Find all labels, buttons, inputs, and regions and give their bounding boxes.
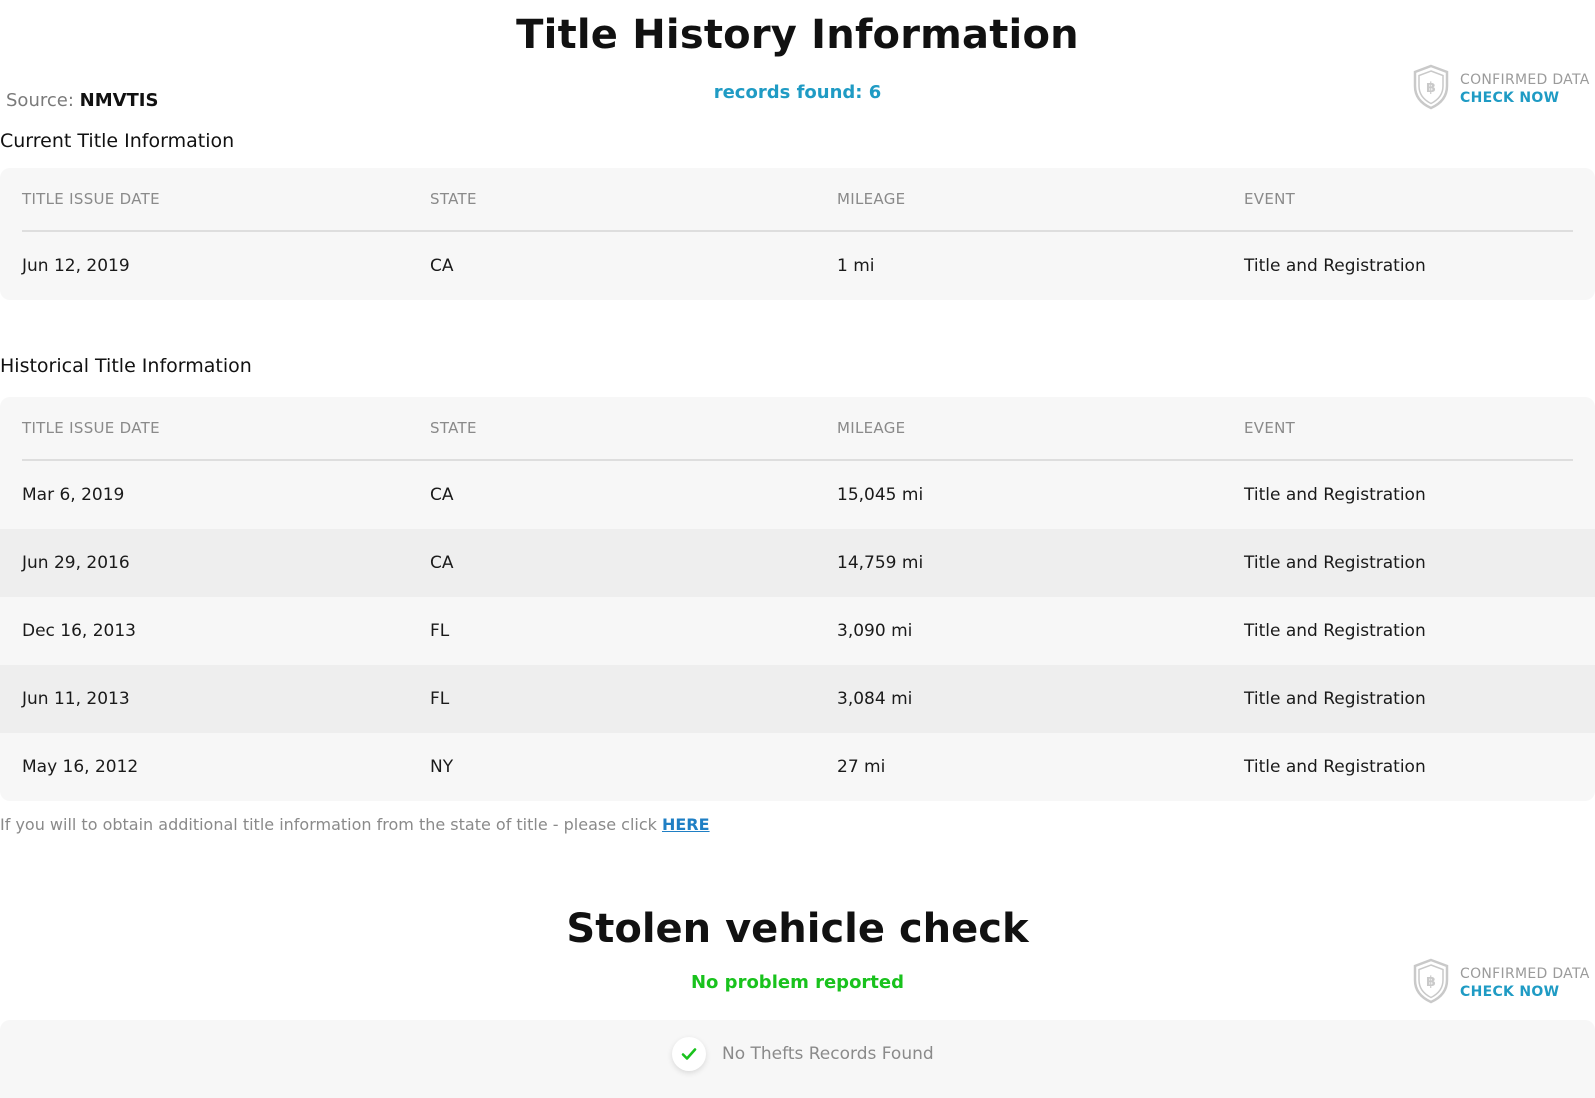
cell-date: Dec 16, 2013 — [22, 621, 137, 641]
historical-title-table: TITLE ISSUE DATE STATE MILEAGE EVENT Mar… — [0, 397, 1595, 801]
column-header-title-issue-date: TITLE ISSUE DATE — [22, 419, 160, 437]
confirmed-data-label: CONFIRMED DATA — [1460, 72, 1590, 88]
check-now-link[interactable]: CHECK NOW — [1460, 90, 1559, 106]
column-header-title-issue-date: TITLE ISSUE DATE — [22, 190, 160, 208]
column-header-event: EVENT — [1244, 190, 1296, 208]
cell-state: FL — [430, 621, 450, 641]
current-title-table: TITLE ISSUE DATE STATE MILEAGE EVENT Jun… — [0, 168, 1595, 300]
cell-event: Title and Registration — [1244, 621, 1426, 641]
column-header-state: STATE — [430, 190, 477, 208]
table-header: TITLE ISSUE DATE STATE MILEAGE EVENT — [0, 168, 1595, 232]
confirmed-data-badge[interactable]: ฿ CONFIRMED DATA CHECK NOW — [1412, 64, 1595, 114]
shield-bitcoin-icon: ฿ — [1412, 958, 1450, 1004]
svg-text:฿: ฿ — [1426, 974, 1436, 990]
cell-mileage: 27 mi — [837, 757, 886, 777]
cell-date: Mar 6, 2019 — [22, 485, 125, 505]
cell-date: Jun 11, 2013 — [22, 689, 130, 709]
stolen-status: No problem reported — [690, 972, 905, 993]
cell-event: Title and Registration — [1244, 256, 1426, 276]
table-row: Jun 29, 2016 CA 14,759 mi Title and Regi… — [0, 529, 1595, 597]
cell-mileage: 14,759 mi — [837, 553, 924, 573]
cell-event: Title and Registration — [1244, 553, 1426, 573]
svg-text:฿: ฿ — [1426, 80, 1436, 96]
cell-event: Title and Registration — [1244, 757, 1426, 777]
shield-bitcoin-icon: ฿ — [1412, 64, 1450, 110]
page-title: Title History Information — [516, 12, 1079, 58]
cell-state: NY — [430, 757, 454, 777]
column-header-mileage: MILEAGE — [837, 190, 906, 208]
current-title-heading: Current Title Information — [0, 130, 235, 152]
confirmed-data-label: CONFIRMED DATA — [1460, 966, 1590, 982]
table-header: TITLE ISSUE DATE STATE MILEAGE EVENT — [0, 397, 1595, 461]
additional-info-note: If you will to obtain additional title i… — [0, 815, 710, 834]
note-text: If you will to obtain additional title i… — [0, 815, 662, 834]
cell-event: Title and Registration — [1244, 689, 1426, 709]
theft-records-box: No Thefts Records Found — [0, 1020, 1595, 1098]
records-found: records found: 6 — [713, 82, 882, 103]
column-header-event: EVENT — [1244, 419, 1296, 437]
cell-state: CA — [430, 485, 454, 505]
cell-state: FL — [430, 689, 450, 709]
cell-date: Jun 29, 2016 — [22, 553, 130, 573]
table-row: Dec 16, 2013 FL 3,090 mi Title and Regis… — [0, 597, 1595, 665]
cell-mileage: 15,045 mi — [837, 485, 924, 505]
table-row: Jun 11, 2013 FL 3,084 mi Title and Regis… — [0, 665, 1595, 733]
check-now-link[interactable]: CHECK NOW — [1460, 984, 1559, 1000]
here-link[interactable]: HERE — [662, 815, 710, 834]
cell-date: Jun 12, 2019 — [22, 256, 130, 276]
table-row: Jun 12, 2019 CA 1 mi Title and Registrat… — [0, 232, 1595, 300]
confirmed-data-badge[interactable]: ฿ CONFIRMED DATA CHECK NOW — [1412, 958, 1595, 1008]
cell-date: May 16, 2012 — [22, 757, 139, 777]
cell-state: CA — [430, 553, 454, 573]
stolen-check-title: Stolen vehicle check — [566, 906, 1029, 952]
theft-result-text: No Thefts Records Found — [722, 1044, 934, 1064]
column-header-state: STATE — [430, 419, 477, 437]
cell-state: CA — [430, 256, 454, 276]
column-header-mileage: MILEAGE — [837, 419, 906, 437]
cell-event: Title and Registration — [1244, 485, 1426, 505]
cell-mileage: 1 mi — [837, 256, 875, 276]
checkmark-icon — [672, 1037, 706, 1071]
table-row: May 16, 2012 NY 27 mi Title and Registra… — [0, 733, 1595, 801]
cell-mileage: 3,084 mi — [837, 689, 913, 709]
cell-mileage: 3,090 mi — [837, 621, 913, 641]
table-row: Mar 6, 2019 CA 15,045 mi Title and Regis… — [0, 461, 1595, 529]
historical-title-heading: Historical Title Information — [0, 355, 252, 377]
